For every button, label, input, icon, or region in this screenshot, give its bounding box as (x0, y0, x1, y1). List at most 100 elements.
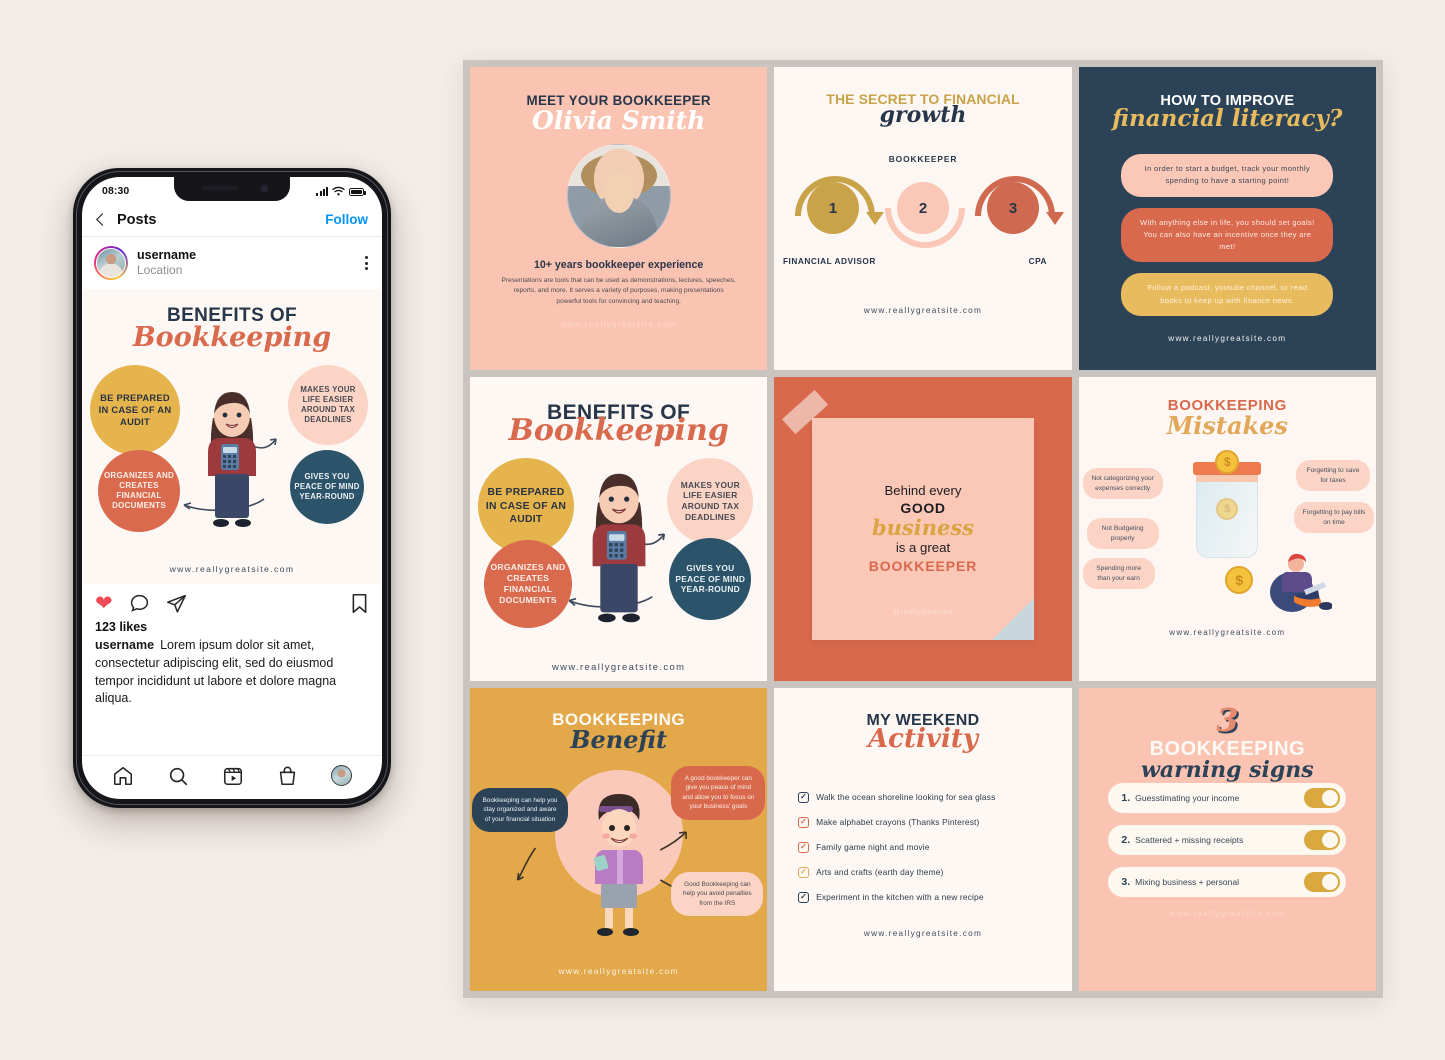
post-image-title-line2: Bookkeeping (132, 322, 332, 353)
post-image[interactable]: BENEFITS OF Bookkeeping BE PREPARED IN C… (82, 289, 382, 584)
secret-flow-labels: FINANCIAL ADVISOR CPA (783, 256, 1059, 270)
heart-icon[interactable]: ❤ (95, 593, 113, 614)
send-icon[interactable] (166, 593, 187, 614)
weekend-title-line2: Activity (867, 723, 978, 754)
tile-bookkeeping-mistakes[interactable]: BOOKKEEPING Mistakes $ $ $ Not categoriz… (1078, 377, 1376, 681)
warning-row-number: 1. (1121, 791, 1131, 804)
home-icon[interactable] (112, 765, 134, 787)
kebab-menu-icon[interactable] (363, 252, 370, 274)
warning-row-label: Mixing business + personal (1135, 876, 1240, 887)
meet-experience: 10+ years bookkeeper experience (534, 259, 704, 271)
follow-button[interactable]: Follow (325, 212, 368, 227)
person-with-laptop-icon (1270, 554, 1332, 613)
quote-line-2: GOOD (900, 500, 946, 517)
check-icon: ✓ (798, 841, 810, 853)
warning-row-number: 2. (1121, 833, 1131, 846)
literacy-tip-3: Follow a podcast, youtube channel, or re… (1121, 273, 1334, 317)
tile-financial-literacy[interactable]: HOW TO IMPROVE financial literacy? In or… (1078, 67, 1376, 371)
post-image-url: www.reallygreatsite.com (169, 564, 295, 574)
bkbenefit-url: www.reallygreatsite.com (558, 965, 679, 976)
flow-step-3: 3 (986, 182, 1039, 234)
benefit-bubble-3: ORGANIZES AND CREATES FINANCIAL DOCUMENT… (98, 450, 180, 532)
weekend-item-label: Walk the ocean shoreline looking for sea… (816, 792, 996, 803)
tile-secret-to-financial-growth[interactable]: THE SECRET TO FINANCIAL growth BOOKKEEPE… (774, 67, 1072, 371)
toggle-switch-2[interactable] (1304, 829, 1341, 850)
check-icon: ✓ (798, 791, 810, 803)
check-icon: ✓ (798, 866, 810, 878)
toggle-switch-1[interactable] (1304, 787, 1341, 808)
flow-step-1: 1 (806, 182, 859, 234)
shop-icon[interactable] (277, 765, 298, 787)
caption-username[interactable]: username (95, 638, 154, 652)
bkbenefit-title-line2: Benefit (570, 724, 668, 754)
bookkeeper-photo (566, 144, 671, 248)
search-icon[interactable] (167, 765, 189, 787)
woman-with-money-icon (593, 793, 643, 936)
phone-notch (174, 177, 290, 201)
bookkeeper-illustration (208, 392, 256, 527)
tile-my-weekend-activity[interactable]: MY WEEKEND Activity ✓ Walk the ocean sho… (774, 687, 1072, 991)
flow-label-left: FINANCIAL ADVISOR (782, 256, 876, 266)
list-item: ✓ Walk the ocean shoreline looking for s… (798, 791, 1048, 803)
literacy-title-line2: financial literacy? (1112, 105, 1343, 132)
warning-row-3[interactable]: 3. Mixing business + personal (1108, 866, 1347, 897)
toggle-switch-3[interactable] (1304, 871, 1341, 892)
benefit-bubble-2: MAKES YOUR LIFE EASIER AROUND TAX DEADLI… (288, 365, 368, 445)
benefit-bubble-1: BE PREPARED IN CASE OF AN AUDIT (90, 365, 180, 455)
reels-icon[interactable] (222, 765, 244, 787)
mistakes-title-line2: Mistakes (1166, 411, 1288, 441)
tile-benefits-of-bookkeeping[interactable]: BENEFITS OF Bookkeeping BE PREPARED IN C… (470, 377, 768, 681)
comment-icon[interactable] (129, 593, 150, 614)
benefits-url: www.reallygreatsite.com (552, 660, 686, 672)
tile-warning-signs[interactable]: 3 BOOKKEEPING warning signs 1. Guesstima… (1078, 687, 1376, 991)
warning-url: www.reallygreatsite.com (1169, 908, 1286, 918)
benefits-bubble-2: MAKES YOUR LIFE EASIER AROUND TAX DEADLI… (667, 458, 754, 545)
post-username[interactable]: username (137, 248, 354, 262)
weekend-item-label: Family game night and movie (816, 842, 930, 853)
secret-title-line2: growth (879, 102, 967, 128)
bookmark-icon[interactable] (350, 593, 369, 614)
tile-meet-your-bookkeeper[interactable]: MEET YOUR BOOKKEEPER Olivia Smith 10+ ye… (470, 67, 768, 371)
weekend-item-label: Arts and crafts (earth day theme) (816, 867, 944, 878)
avatar[interactable] (94, 246, 128, 280)
literacy-tip-1: In order to start a budget, track your m… (1121, 154, 1334, 197)
warning-title-line2: warning signs (1140, 756, 1314, 783)
flow-step-2: 2 (896, 182, 949, 234)
post-caption: username Lorem ipsum dolor sit amet, cons… (82, 637, 382, 716)
flow-arrow-head-3 (1045, 212, 1064, 225)
quote-handle: @reallygreatsite (892, 608, 954, 616)
profile-avatar[interactable] (330, 765, 352, 786)
coin-icon-front: $ (1225, 566, 1254, 595)
weekend-url: www.reallygreatsite.com (863, 928, 983, 938)
warning-row-2[interactable]: 2. Scattered + missing receipts (1108, 824, 1347, 855)
secret-url: www.reallygreatsite.com (863, 306, 983, 315)
mistake-pill-4: Forgetting to save for taxes (1296, 460, 1370, 492)
benefits-bubble-3: ORGANIZES AND CREATES FINANCIAL DOCUMENT… (484, 540, 572, 629)
mistake-pill-2: Not Budgeting properly (1086, 518, 1159, 550)
jar-rim-icon (1196, 474, 1259, 483)
page-title: Posts (117, 211, 157, 228)
status-time: 08:30 (102, 185, 130, 197)
secret-flow-diagram: 1 2 3 (793, 172, 1064, 250)
coin-icon-top: $ (1215, 450, 1240, 475)
post-location[interactable]: Location (137, 263, 354, 278)
coin-icon-inner: $ (1216, 498, 1239, 521)
mistake-pill-5: Forgetting to pay bills on time (1294, 502, 1374, 534)
instagram-post-grid: MEET YOUR BOOKKEEPER Olivia Smith 10+ ye… (463, 60, 1383, 998)
warning-row-1[interactable]: 1. Guesstimating your income (1108, 782, 1347, 813)
weekend-list: ✓ Walk the ocean shoreline looking for s… (798, 791, 1048, 903)
post-header: username Location (82, 237, 382, 289)
list-item: ✓ Arts and crafts (earth day theme) (798, 866, 1048, 878)
flow-label-right: CPA (1028, 256, 1047, 266)
benefits-title-line2: Bookkeeping (508, 413, 729, 449)
bookkeeper-illustration (592, 473, 646, 623)
phone-mockup: 08:30 Posts Follow username Location BEN… (73, 168, 391, 808)
signal-bars-icon (316, 187, 328, 196)
tile-behind-every-good-business[interactable]: Behind every GOOD business is a great BO… (774, 377, 1072, 681)
warning-row-number: 3. (1121, 875, 1131, 888)
tile-bookkeeping-benefit[interactable]: BOOKKEEPING Benefit Bookkeeping can help… (470, 687, 768, 991)
benefits-bubble-4: GIVES YOU PEACE OF MIND YEAR-ROUND (669, 538, 752, 621)
bkbenefit-bubble-3: Good Bookkeeping can help you avoid pena… (671, 871, 764, 917)
back-chevron-icon[interactable] (96, 213, 109, 226)
page-fold-icon (992, 598, 1035, 641)
